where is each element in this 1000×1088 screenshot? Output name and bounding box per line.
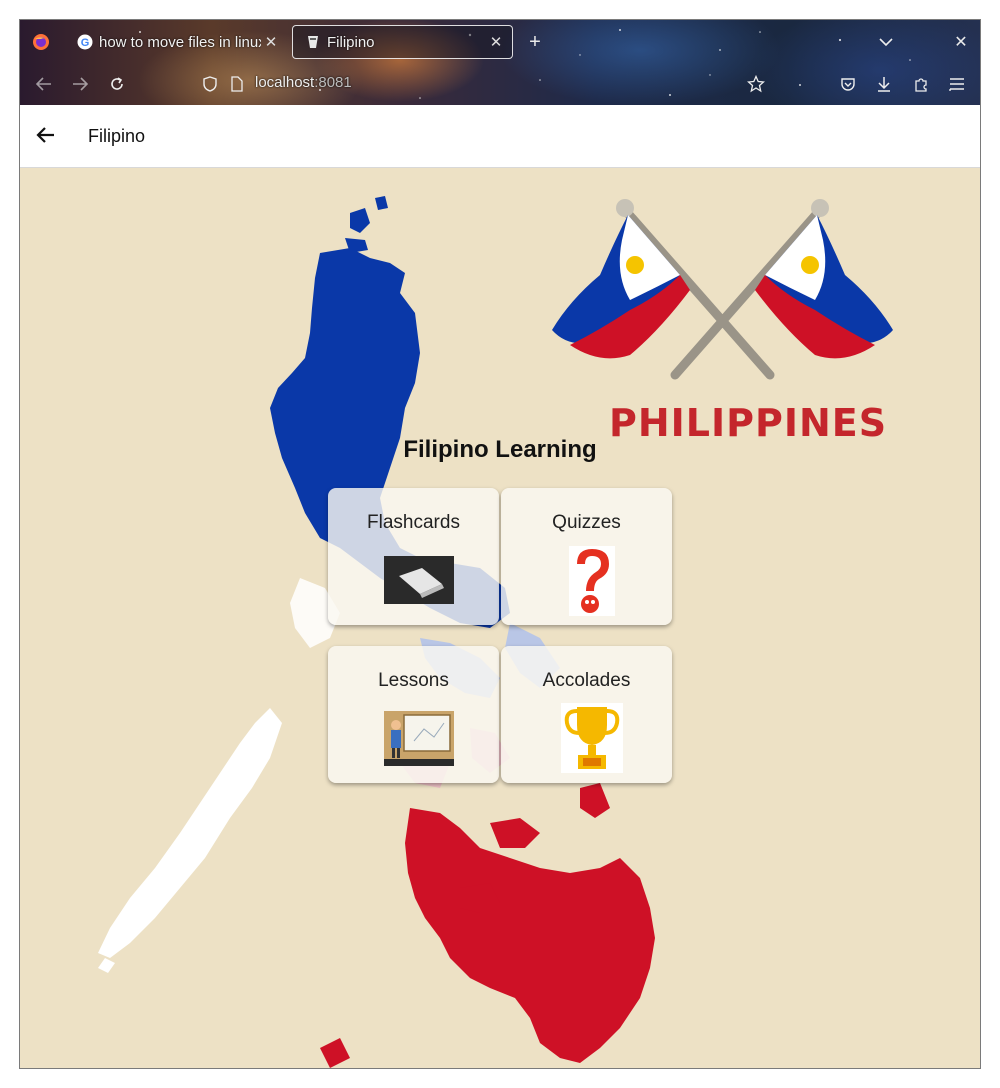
tab-google-search[interactable]: G how to move files in linux ✕ xyxy=(65,25,287,59)
shield-icon[interactable] xyxy=(200,74,220,94)
page-icon xyxy=(227,74,247,94)
accolades-card[interactable]: Accolades xyxy=(501,646,672,783)
app-favicon-icon xyxy=(305,34,321,50)
trophy-icon xyxy=(561,703,623,778)
teacher-icon xyxy=(384,711,454,771)
question-mark-icon xyxy=(569,546,615,621)
back-arrow-icon[interactable] xyxy=(34,74,54,94)
svg-text:G: G xyxy=(81,37,90,49)
flashcards-card[interactable]: Flashcards xyxy=(328,488,499,625)
tab-label: how to move files in linux xyxy=(99,33,261,51)
forward-arrow-icon[interactable] xyxy=(70,74,90,94)
download-icon[interactable] xyxy=(874,74,894,94)
crossed-flags-illustration xyxy=(552,199,893,380)
card-label: Lessons xyxy=(378,670,449,691)
app-header: Filipino xyxy=(20,105,980,168)
browser-chrome: G how to move files in linux ✕ Filipino … xyxy=(20,20,980,105)
tab-bar: G how to move files in linux ✕ Filipino … xyxy=(20,20,980,64)
back-arrow-icon[interactable] xyxy=(36,125,56,150)
quizzes-card[interactable]: Quizzes xyxy=(501,488,672,625)
url-field[interactable]: localhost:8081 xyxy=(255,74,352,91)
reload-icon[interactable] xyxy=(107,74,127,94)
lessons-card[interactable]: Lessons xyxy=(328,646,499,783)
close-icon[interactable]: ✕ xyxy=(261,33,281,51)
flashcards-icon xyxy=(384,556,454,609)
close-icon[interactable]: ✕ xyxy=(486,33,506,51)
bookmark-star-icon[interactable] xyxy=(746,74,766,94)
page-heading: Filipino Learning xyxy=(403,436,597,463)
card-label: Quizzes xyxy=(552,512,621,533)
firefox-icon[interactable] xyxy=(31,32,51,52)
google-icon: G xyxy=(77,34,93,50)
card-label: Flashcards xyxy=(367,512,460,533)
close-window-icon[interactable]: ✕ xyxy=(951,32,971,52)
navigation-bar: localhost:8081 xyxy=(20,64,980,105)
browser-window: G how to move files in linux ✕ Filipino … xyxy=(19,19,981,1069)
url-host: localhost xyxy=(255,74,315,91)
page-title: Filipino xyxy=(88,126,146,146)
url-port: :8081 xyxy=(314,74,352,91)
tab-filipino[interactable]: Filipino ✕ xyxy=(292,25,513,59)
pocket-icon[interactable] xyxy=(838,74,858,94)
tab-label: Filipino xyxy=(327,33,375,51)
menu-icon[interactable] xyxy=(947,74,967,94)
new-tab-icon[interactable]: + xyxy=(525,31,545,53)
main-content: PHILIPPINES Filipino Learning Flashcards… xyxy=(20,168,980,1068)
tab-list-chevron-icon[interactable] xyxy=(876,32,896,52)
card-label: Accolades xyxy=(542,670,631,691)
extensions-icon[interactable] xyxy=(911,74,931,94)
